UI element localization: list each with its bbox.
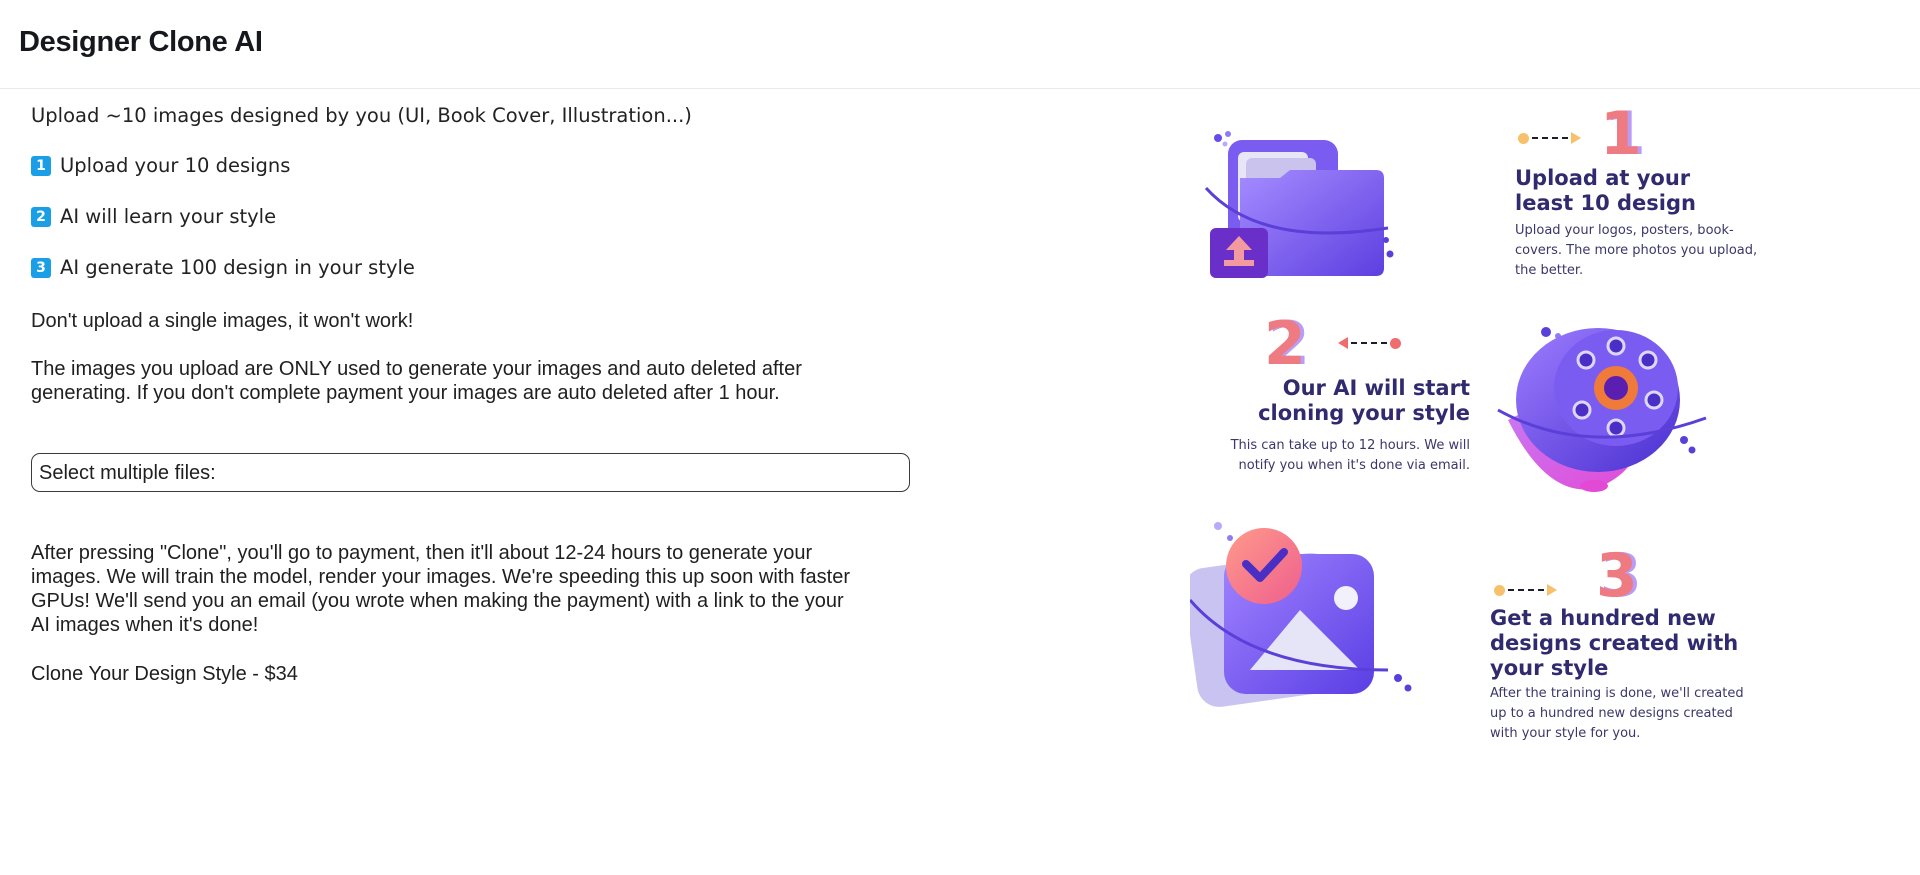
after-clone-line-3: GPUs! We'll send you an email (you wrote… <box>31 590 844 612</box>
info-step-1-desc: Upload your logos, posters, book- covers… <box>1515 221 1757 281</box>
info-step-2-title-line-1: Our AI will start <box>1282 376 1470 400</box>
info-step-3-desc-line-3: with your style for you. <box>1490 726 1641 741</box>
after-clone-line-2: images. We will train the model, render … <box>31 566 851 588</box>
upload-hint: Upload ~10 images designed by you (UI, B… <box>31 104 692 127</box>
info-step-1-title: Upload at your least 10 design <box>1515 166 1696 216</box>
step-2-text: AI will learn your style <box>60 205 277 228</box>
privacy-line-2: generating. If you don't complete paymen… <box>31 382 780 404</box>
arrow-dashes <box>1508 589 1544 591</box>
keycap-3-icon: 3 <box>31 257 51 278</box>
step-1-text: Upload your 10 designs <box>60 154 291 177</box>
top-bar: Designer Clone AI <box>0 0 1920 89</box>
after-clone-line-4: AI images when it's done! <box>31 614 259 636</box>
step-3-text: AI generate 100 design in your style <box>60 256 415 279</box>
info-step-1-number: 1 <box>1600 99 1642 169</box>
step-2: 2 AI will learn your style <box>31 205 276 228</box>
info-step-1-title-line-1: Upload at your <box>1515 166 1691 190</box>
arrow-head-icon <box>1547 584 1557 596</box>
arrow-3 <box>1494 584 1557 596</box>
info-step-3-title: Get a hundred new designs created with y… <box>1490 606 1738 681</box>
info-step-3-title-line-3: your style <box>1490 656 1609 680</box>
arrow-dashes <box>1351 342 1387 344</box>
info-step-2-title: Our AI will start cloning your style <box>1220 376 1470 426</box>
arrow-2 <box>1338 337 1401 349</box>
keycap-2-icon: 2 <box>31 206 51 227</box>
privacy-line-1: The images you upload are ONLY used to g… <box>31 358 802 380</box>
after-clone-line-1: After pressing "Clone", you'll go to pay… <box>31 542 813 564</box>
step-3: 3 AI generate 100 design in your style <box>31 256 415 279</box>
info-step-2-desc: This can take up to 12 hours. We will no… <box>1200 436 1470 476</box>
gear-illustration-icon <box>1497 327 1707 492</box>
folder-upload-illustration-icon <box>1204 131 1394 278</box>
after-clone-note: After pressing "Clone", you'll go to pay… <box>31 541 850 637</box>
single-image-warning: Don't upload a single images, it won't w… <box>31 310 414 332</box>
app-title: Designer Clone AI <box>19 26 263 58</box>
info-step-2-title-line-2: cloning your style <box>1258 401 1470 425</box>
arrow-1 <box>1518 132 1581 144</box>
how-it-works-panel: 1 Upload at your least 10 design Upload … <box>1160 100 1780 760</box>
info-step-3-desc-line-2: up to a hundred new designs created <box>1490 706 1733 721</box>
file-input[interactable]: Select multiple files: <box>31 453 910 492</box>
info-step-3-title-line-1: Get a hundred new <box>1490 606 1716 630</box>
info-step-2-number: 2 <box>1264 309 1306 379</box>
info-step-3-title-line-2: designs created with <box>1490 631 1739 655</box>
info-step-1-desc-line-1: Upload your logos, posters, book- <box>1515 223 1734 238</box>
image-check-illustration-icon <box>1190 522 1412 707</box>
keycap-1-icon: 1 <box>31 155 51 176</box>
info-step-1-title-line-2: least 10 design <box>1515 191 1696 215</box>
info-step-2-desc-line-1: This can take up to 12 hours. We will <box>1230 438 1470 453</box>
arrow-head-icon <box>1338 337 1348 349</box>
info-step-3-desc-line-1: After the training is done, we'll create… <box>1490 686 1744 701</box>
arrow-dashes <box>1532 137 1568 139</box>
info-step-2-desc-line-2: notify you when it's done via email. <box>1238 458 1471 473</box>
info-step-3-desc: After the training is done, we'll create… <box>1490 684 1744 744</box>
privacy-note: The images you upload are ONLY used to g… <box>31 357 802 405</box>
arrow-dot-icon <box>1390 337 1401 349</box>
file-input-label: Select multiple files: <box>39 462 216 484</box>
arrow-dot-icon <box>1518 132 1529 144</box>
step-1: 1 Upload your 10 designs <box>31 154 290 177</box>
info-step-1-desc-line-2: covers. The more photos you upload, <box>1515 243 1758 258</box>
info-step-3-number: 3 <box>1596 541 1638 611</box>
price-line: Clone Your Design Style - $34 <box>31 663 298 685</box>
arrow-head-icon <box>1571 132 1581 144</box>
info-step-1-desc-line-3: the better. <box>1515 263 1584 278</box>
arrow-dot-icon <box>1494 584 1505 596</box>
